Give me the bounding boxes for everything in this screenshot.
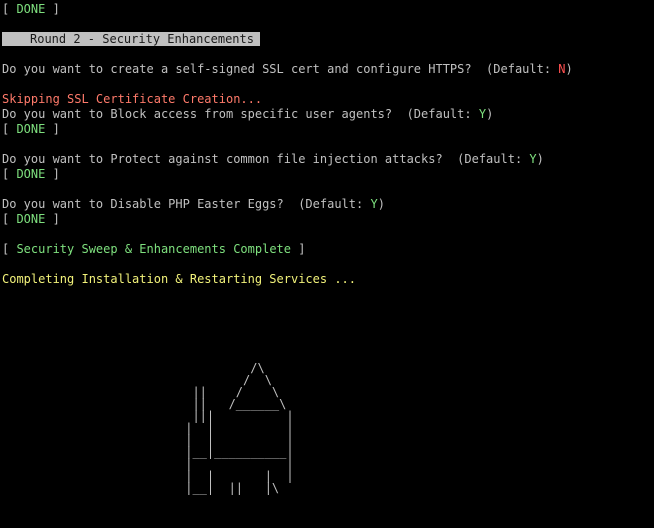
question-close: ) [377, 197, 385, 211]
done-bracket-close: ] [45, 122, 60, 136]
done-bracket-open: [ [2, 2, 17, 16]
done-bracket-open: [ [2, 212, 17, 226]
done-label: DONE [16, 212, 46, 226]
ssl-question-text: Do you want to create a self-signed SSL … [2, 62, 559, 76]
injection-default-value: Y [529, 152, 537, 166]
injection-question-text: Do you want to Protect against common fi… [2, 152, 530, 166]
terminal-output[interactable]: [ DONE ] Round 2 - Security Enhancements… [2, 2, 654, 528]
ssl-skip-message: Skipping SSL Certificate Creation... [2, 92, 263, 106]
php-default-value: Y [370, 197, 378, 211]
ssl-default-value: N [558, 62, 566, 76]
round-banner: Round 2 - Security Enhancements [2, 32, 260, 46]
sweep-bracket-close: ] [291, 242, 306, 256]
sweep-complete-line: [ Security Sweep & Enhancements Complete… [2, 242, 654, 257]
done-bracket-close: ] [45, 2, 60, 16]
agents-question: Do you want to Block access from specifi… [2, 107, 654, 122]
php-question: Do you want to Disable PHP Easter Eggs? … [2, 197, 654, 212]
sweep-complete-text: Security Sweep & Enhancements Complete [16, 242, 291, 256]
done-bracket-close: ] [45, 167, 60, 181]
done-label: DONE [16, 167, 46, 181]
agents-question-text: Do you want to Block access from specifi… [2, 107, 479, 121]
done-bracket-open: [ [2, 167, 17, 181]
question-close: ) [536, 152, 544, 166]
question-close: ) [565, 62, 573, 76]
question-close: ) [486, 107, 494, 121]
completing-message: Completing Installation & Restarting Ser… [2, 272, 357, 286]
ssl-question: Do you want to create a self-signed SSL … [2, 62, 654, 77]
done-status-line: [ DONE ] [2, 212, 654, 227]
done-bracket-open: [ [2, 122, 17, 136]
done-label: DONE [16, 2, 46, 16]
done-bracket-close: ] [45, 212, 60, 226]
sweep-bracket-open: [ [2, 242, 17, 256]
done-status-line: [ DONE ] [2, 122, 654, 137]
rocket-ascii-art: /\ / \ || / \ || /______\ ||| | | | | | … [185, 361, 294, 495]
done-label: DONE [16, 122, 46, 136]
injection-question: Do you want to Protect against common fi… [2, 152, 654, 167]
agents-default-value: Y [478, 107, 487, 121]
done-status-line: [ DONE ] [2, 167, 654, 182]
php-question-text: Do you want to Disable PHP Easter Eggs? … [2, 197, 371, 211]
done-status-line: [ DONE ] [2, 2, 654, 17]
round-banner-line: Round 2 - Security Enhancements [2, 32, 654, 47]
